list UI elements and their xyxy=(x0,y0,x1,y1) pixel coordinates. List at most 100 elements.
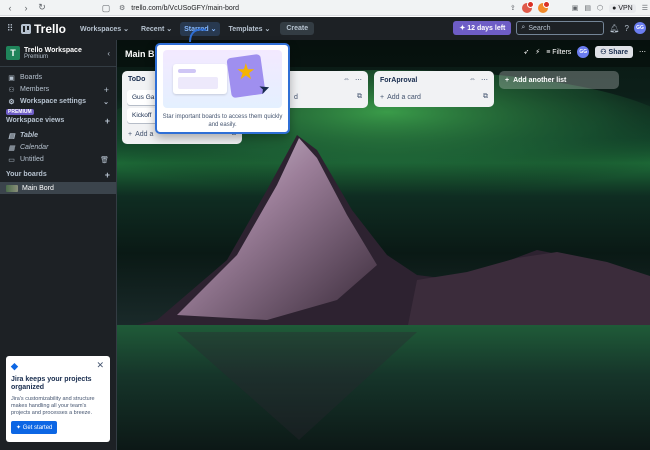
app-switcher-icon[interactable]: ⠿ xyxy=(5,23,15,34)
menu-icon[interactable]: ☰ xyxy=(642,4,648,12)
get-started-button[interactable]: ✦ Get started xyxy=(11,421,58,434)
close-icon[interactable]: ✕ xyxy=(96,360,104,371)
create-button[interactable]: Create xyxy=(280,22,315,35)
your-boards-header: Your boards + xyxy=(0,169,116,180)
sidebar-item-label: Calendar xyxy=(20,144,49,151)
recent-label: Recent xyxy=(140,25,165,33)
list-title[interactable]: ForAproval xyxy=(380,77,417,84)
rewards-icon[interactable] xyxy=(537,1,550,13)
templates-menu[interactable]: Templates ⌄ xyxy=(224,22,274,36)
board-icon: ▣ xyxy=(8,74,15,82)
trial-label: 12 days left xyxy=(467,25,506,32)
card-template-icon[interactable]: ⧉ xyxy=(483,93,488,101)
wallet-icon[interactable]: ▤ xyxy=(584,4,591,12)
browser-toolbar: ‹ › ↻ ▢ ⚙ trello.com/b/VcUSoGFY/main-bor… xyxy=(0,0,650,16)
add-view-icon[interactable]: + xyxy=(105,116,110,126)
gear-icon: ⚙ xyxy=(8,98,15,106)
list-menu-icon[interactable]: ⋯ xyxy=(355,76,362,84)
back-icon[interactable]: ‹ xyxy=(4,2,16,14)
star-icon: ★ xyxy=(236,59,256,84)
trial-button[interactable]: ✦ 12 days left xyxy=(453,21,512,35)
jira-promo-card: ◆ ✕ Jira keeps your projects organized J… xyxy=(6,356,110,442)
share-button[interactable]: ⚇ Share xyxy=(595,46,633,58)
board-member-avatar[interactable]: GG xyxy=(577,46,590,58)
sidebar-item-label: Boards xyxy=(20,74,43,81)
plus-icon: + xyxy=(380,93,385,101)
trello-header: ⠿ Trello Workspaces ⌄ Recent ⌄ Starred ⌄… xyxy=(0,17,650,40)
add-list-button[interactable]: + Add another list xyxy=(499,71,619,89)
site-settings-icon[interactable]: ⚙ xyxy=(119,4,125,12)
notifications-icon[interactable]: 🔔︎ xyxy=(609,24,619,33)
list-menu-icon[interactable]: ⋯ xyxy=(481,76,488,84)
sidebar-toggle-icon[interactable]: ▣ xyxy=(572,4,579,12)
board-title[interactable]: Main B xyxy=(125,49,155,59)
sidebar-item-label: Workspace settings xyxy=(20,98,87,105)
bookmark-icon[interactable]: ▢ xyxy=(100,2,112,14)
add-member-icon[interactable]: + xyxy=(104,85,109,95)
add-card-button[interactable]: + Add a card ⧉ xyxy=(374,89,494,107)
jira-icon: ◆ xyxy=(11,361,18,371)
sidebar-item-label: Members xyxy=(20,86,50,93)
workspace-name: Trello Workspace xyxy=(24,46,82,54)
filters-label: Filters xyxy=(552,48,572,56)
add-list-label: Add another list xyxy=(513,76,567,84)
sidebar-item-members[interactable]: ⚇ Members + xyxy=(0,84,116,95)
list-title[interactable]: ToDo xyxy=(128,76,145,83)
starred-dropdown: ★ ➤ Star important boards to access them… xyxy=(155,43,290,134)
power-ups-icon[interactable]: ➶ xyxy=(523,48,529,56)
collapse-list-icon[interactable]: ⇔ xyxy=(469,76,476,84)
list-foraproval: ForAproval ⇔ ⋯ + Add a card ⧉ xyxy=(374,71,494,107)
sidebar-board-main[interactable]: Main Bord xyxy=(0,182,116,194)
jira-title: Jira keeps your projects organized xyxy=(11,376,92,391)
avatar[interactable]: GG xyxy=(634,22,646,34)
view-icon: ▭ xyxy=(8,156,15,164)
recent-menu[interactable]: Recent ⌄ xyxy=(137,22,176,36)
premium-badge: PREMIUM xyxy=(6,109,34,115)
sidebar-item-boards[interactable]: ▣ Boards xyxy=(0,72,116,83)
trello-logo[interactable]: Trello xyxy=(21,22,66,36)
starred-empty-text: Star important boards to access them qui… xyxy=(162,114,283,128)
collapse-sidebar-icon[interactable]: ‹ xyxy=(107,49,110,58)
vpn-label: VPN xyxy=(618,4,633,12)
calendar-icon: ▦ xyxy=(8,144,15,152)
board-thumbnail xyxy=(6,184,18,192)
card-template-icon[interactable]: ⧉ xyxy=(357,93,362,101)
add-card-label: Add a xyxy=(135,130,154,138)
share-label: Share xyxy=(608,49,628,56)
sidebar: T Trello Workspace Premium ‹ ▣ Boards ⚇ Me… xyxy=(0,40,117,450)
share-page-icon[interactable]: ⇪ xyxy=(510,4,516,12)
brave-shield-icon[interactable] xyxy=(521,1,534,13)
get-started-label: Get started xyxy=(22,425,53,431)
workspace-views-header: Workspace views + xyxy=(0,115,116,126)
add-board-icon[interactable]: + xyxy=(105,170,110,180)
workspaces-menu[interactable]: Workspaces ⌄ xyxy=(76,22,133,36)
sidebar-item-calendar[interactable]: ▦ Calendar xyxy=(0,142,116,153)
filters-button[interactable]: ≡ Filters xyxy=(546,49,571,56)
collapse-list-icon[interactable]: ⇔ xyxy=(343,76,350,84)
forward-icon[interactable]: › xyxy=(20,2,32,14)
chevron-down-icon: ⌄ xyxy=(103,98,109,106)
trash-icon[interactable]: 🗑︎ xyxy=(100,156,109,164)
jira-description: Jira's customizability and structure mak… xyxy=(11,396,95,416)
sidebar-item-untitled[interactable]: ▭ Untitled 🗑︎ xyxy=(0,154,116,165)
plus-icon: + xyxy=(128,130,133,138)
reload-icon[interactable]: ↻ xyxy=(36,2,48,14)
workspace-plan: Premium xyxy=(24,53,49,60)
workspace-logo: T xyxy=(6,46,20,60)
help-icon[interactable]: ? xyxy=(625,24,629,33)
address-bar[interactable]: ⚙ trello.com/b/VcUSoGFY/main-bord xyxy=(119,2,509,14)
search-input[interactable]: ⌕ Search xyxy=(516,21,605,35)
header-right: ✦ 12 days left ⌕ Search 🔔︎ ? GG xyxy=(453,21,646,35)
starred-illustration: ★ ➤ xyxy=(163,50,282,108)
automation-icon[interactable]: ⚡︎ xyxy=(535,48,540,56)
vpn-button[interactable]: ● VPN xyxy=(609,3,636,13)
board-label: Main Bord xyxy=(22,184,54,192)
more-options-icon[interactable]: ⋯ xyxy=(639,48,646,56)
templates-label: Templates xyxy=(228,25,263,33)
sidebar-item-settings[interactable]: ⚙ Workspace settings ⌄ xyxy=(0,96,116,107)
board-preview-graphic xyxy=(173,64,227,94)
extensions-icon[interactable]: ⬡ xyxy=(597,4,603,12)
members-icon: ⚇ xyxy=(8,86,15,94)
add-card-label: Add a card xyxy=(387,93,421,101)
sidebar-item-table[interactable]: ▤ Table xyxy=(0,130,116,141)
